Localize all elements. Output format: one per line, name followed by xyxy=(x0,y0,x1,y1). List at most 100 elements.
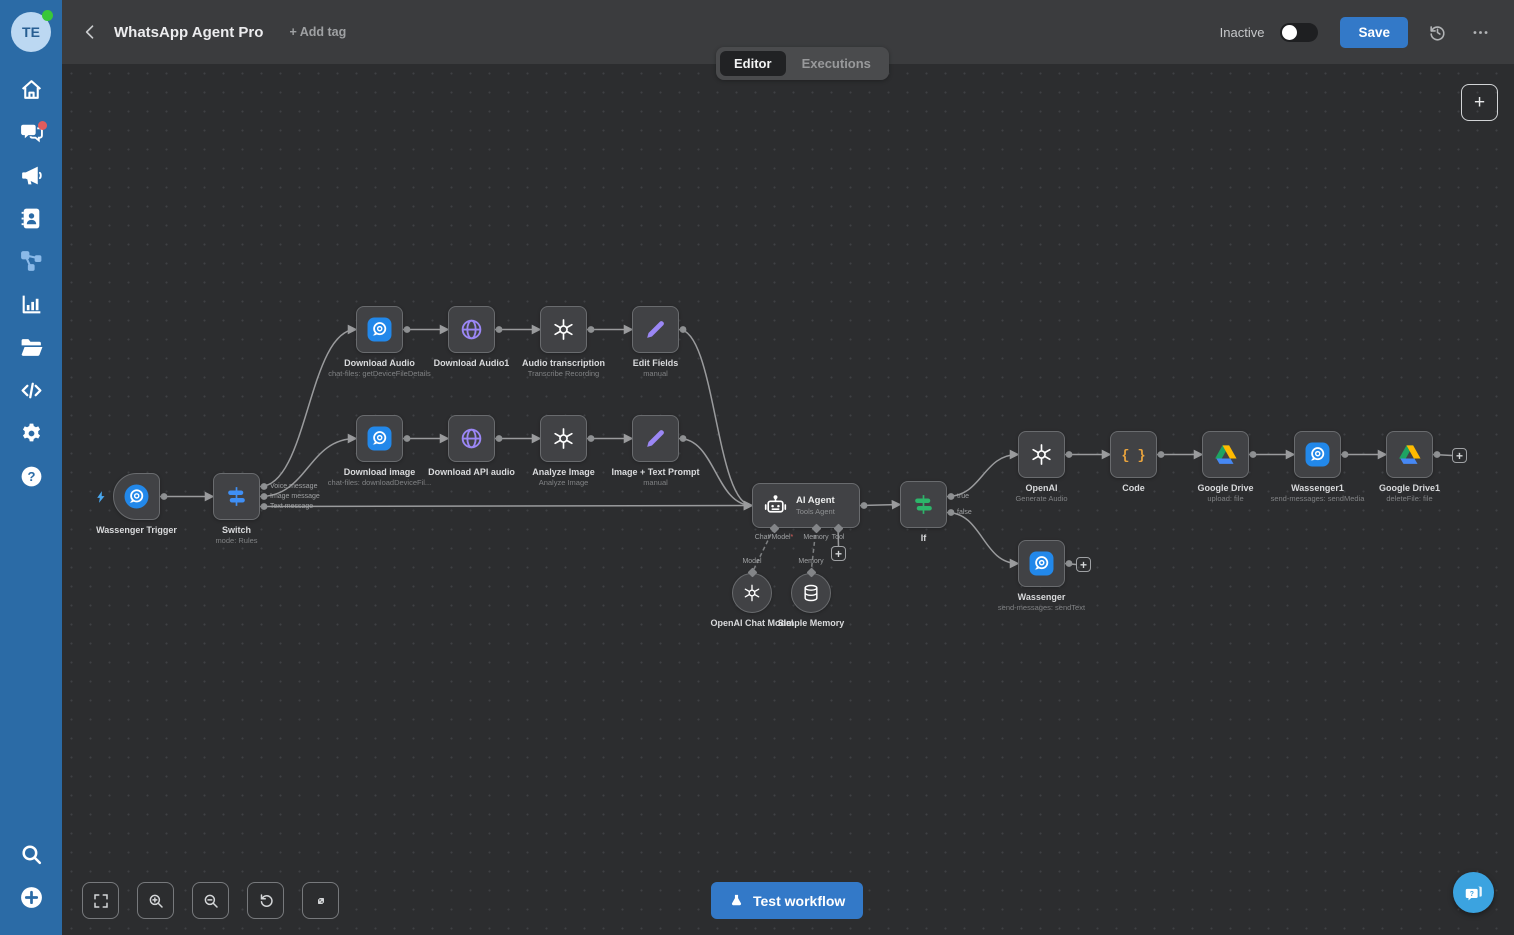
reset-zoom-button[interactable] xyxy=(247,882,284,919)
node-box[interactable] xyxy=(448,306,495,353)
sidebar-item-contacts[interactable] xyxy=(0,199,62,242)
zoom-in-button[interactable] xyxy=(137,882,174,919)
output-port-dot[interactable] xyxy=(261,493,268,500)
node-box[interactable] xyxy=(900,481,947,528)
sidebar-item-files[interactable] xyxy=(0,328,62,371)
sidebar-item-create[interactable] xyxy=(0,878,62,921)
workflow-node-downloadImage[interactable]: Download imagechat-files: downloadDevice… xyxy=(356,415,403,462)
active-toggle[interactable] xyxy=(1280,23,1318,42)
history-button[interactable] xyxy=(1424,19,1451,46)
output-port-dot[interactable] xyxy=(861,502,868,509)
add-node-button[interactable]: + xyxy=(1461,84,1498,121)
node-box[interactable] xyxy=(632,306,679,353)
workflow-node-downloadApiAudio[interactable]: Download API audio xyxy=(448,415,495,462)
sidebar-item-developer[interactable] xyxy=(0,371,62,414)
node-label: Google Drive1 xyxy=(1330,483,1490,493)
node-box[interactable] xyxy=(791,573,831,613)
workflow-node-plusTool[interactable]: + xyxy=(831,546,846,561)
output-port-dot[interactable] xyxy=(588,435,595,442)
node-box[interactable] xyxy=(1018,431,1065,478)
workflow-node-editFields[interactable]: Edit Fieldsmanual xyxy=(632,306,679,353)
avatar[interactable]: TE xyxy=(11,12,51,52)
node-box[interactable]: AI AgentTools Agent xyxy=(752,483,860,528)
node-box[interactable] xyxy=(1018,540,1065,587)
back-button[interactable] xyxy=(80,22,100,42)
output-port-dot[interactable] xyxy=(1066,560,1073,567)
node-box[interactable] xyxy=(1386,431,1433,478)
workflow-node-openai[interactable]: OpenAIGenerate Audio xyxy=(1018,431,1065,478)
output-port-dot[interactable] xyxy=(261,503,268,510)
workflow-node-googleDrive1[interactable]: Google Drive1deleteFile: file xyxy=(1386,431,1433,478)
tab-executions[interactable]: Executions xyxy=(788,51,885,76)
output-port-dot[interactable] xyxy=(1434,451,1441,458)
node-box[interactable] xyxy=(448,415,495,462)
workflow-node-switch[interactable]: Switchmode: RulesVoice messageImage mess… xyxy=(213,473,260,520)
output-port-dot[interactable] xyxy=(261,483,268,490)
workflow-node-simpleMemory[interactable]: Simple MemoryMemory xyxy=(791,573,831,613)
sidebar-item-analytics[interactable] xyxy=(0,285,62,328)
output-port-dot[interactable] xyxy=(404,435,411,442)
node-box[interactable] xyxy=(113,473,160,520)
node-box[interactable] xyxy=(540,415,587,462)
workflow-node-analyzeImage[interactable]: Analyze ImageAnalyze Image xyxy=(540,415,587,462)
output-port-dot[interactable] xyxy=(1066,451,1073,458)
workflow-node-wassenger1[interactable]: Wassenger1send-messages: sendMedia xyxy=(1294,431,1341,478)
node-box[interactable]: + xyxy=(1076,557,1091,572)
output-port-dot[interactable] xyxy=(1250,451,1257,458)
node-box[interactable] xyxy=(1294,431,1341,478)
output-port-dot[interactable] xyxy=(948,493,955,500)
sidebar-item-chats[interactable] xyxy=(0,113,62,156)
sidebar-item-search[interactable] xyxy=(0,835,62,878)
workflow-title[interactable]: WhatsApp Agent Pro xyxy=(114,24,263,41)
output-port-dot[interactable] xyxy=(1158,451,1165,458)
save-button[interactable]: Save xyxy=(1340,17,1408,48)
output-port-dot[interactable] xyxy=(680,326,687,333)
node-box[interactable] xyxy=(540,306,587,353)
sidebar-item-settings[interactable] xyxy=(0,414,62,457)
node-box[interactable] xyxy=(632,415,679,462)
fit-view-button[interactable] xyxy=(82,882,119,919)
workflow-node-downloadAudio[interactable]: Download Audiochat-files: getDeviceFileD… xyxy=(356,306,403,353)
node-box[interactable] xyxy=(213,473,260,520)
node-box[interactable] xyxy=(1202,431,1249,478)
workflow-node-aiAgent[interactable]: AI AgentTools AgentChat Model*MemoryTool xyxy=(752,483,860,528)
workflow-node-ifNode[interactable]: Iftruefalse xyxy=(900,481,947,528)
sidebar-item-help[interactable]: ? xyxy=(0,457,62,500)
output-port-dot[interactable] xyxy=(1342,451,1349,458)
node-box[interactable]: + xyxy=(831,546,846,561)
sidebar-item-workflows[interactable] xyxy=(0,242,62,285)
output-port-dot[interactable] xyxy=(588,326,595,333)
node-box[interactable]: { } xyxy=(1110,431,1157,478)
workflow-node-plusEnd[interactable]: + xyxy=(1452,448,1467,463)
test-workflow-button[interactable]: Test workflow xyxy=(711,882,863,919)
more-options-button[interactable] xyxy=(1467,19,1494,46)
sidebar-item-campaigns[interactable] xyxy=(0,156,62,199)
node-box[interactable] xyxy=(732,573,772,613)
workflow-node-plusWassenger[interactable]: + xyxy=(1076,557,1091,572)
workflow-node-imageTextPrompt[interactable]: Image + Text Promptmanual xyxy=(632,415,679,462)
output-port-dot[interactable] xyxy=(161,493,168,500)
workflow-node-downloadAudio1[interactable]: Download Audio1 xyxy=(448,306,495,353)
workflow-node-googleDrive[interactable]: Google Driveupload: file xyxy=(1202,431,1249,478)
workflow-node-code[interactable]: { }Code xyxy=(1110,431,1157,478)
output-port-dot[interactable] xyxy=(404,326,411,333)
output-port-dot[interactable] xyxy=(496,326,503,333)
help-chat-widget[interactable]: ? xyxy=(1453,872,1494,913)
node-box[interactable]: + xyxy=(1452,448,1467,463)
node-box[interactable] xyxy=(356,415,403,462)
workflow-node-wassengerText[interactable]: Wassengersend-messages: sendText xyxy=(1018,540,1065,587)
sidebar-item-home[interactable] xyxy=(0,70,62,113)
output-port-dot[interactable] xyxy=(680,435,687,442)
workflow-node-wassengerTrigger[interactable]: Wassenger Trigger xyxy=(113,473,160,520)
expand-button[interactable] xyxy=(302,882,339,919)
workflow-node-openaiChatModel[interactable]: OpenAI Chat ModelModel xyxy=(732,573,772,613)
output-port-dot[interactable] xyxy=(496,435,503,442)
add-tag-button[interactable]: + Add tag xyxy=(289,25,346,39)
tab-editor[interactable]: Editor xyxy=(720,51,786,76)
workflow-canvas[interactable]: Wassenger Trigger Switchmode: RulesVoice … xyxy=(62,64,1514,935)
online-status-dot xyxy=(42,10,53,21)
node-box[interactable] xyxy=(356,306,403,353)
output-port-dot[interactable] xyxy=(948,509,955,516)
zoom-out-button[interactable] xyxy=(192,882,229,919)
workflow-node-audioTranscription[interactable]: Audio transcriptionTranscribe Recording xyxy=(540,306,587,353)
